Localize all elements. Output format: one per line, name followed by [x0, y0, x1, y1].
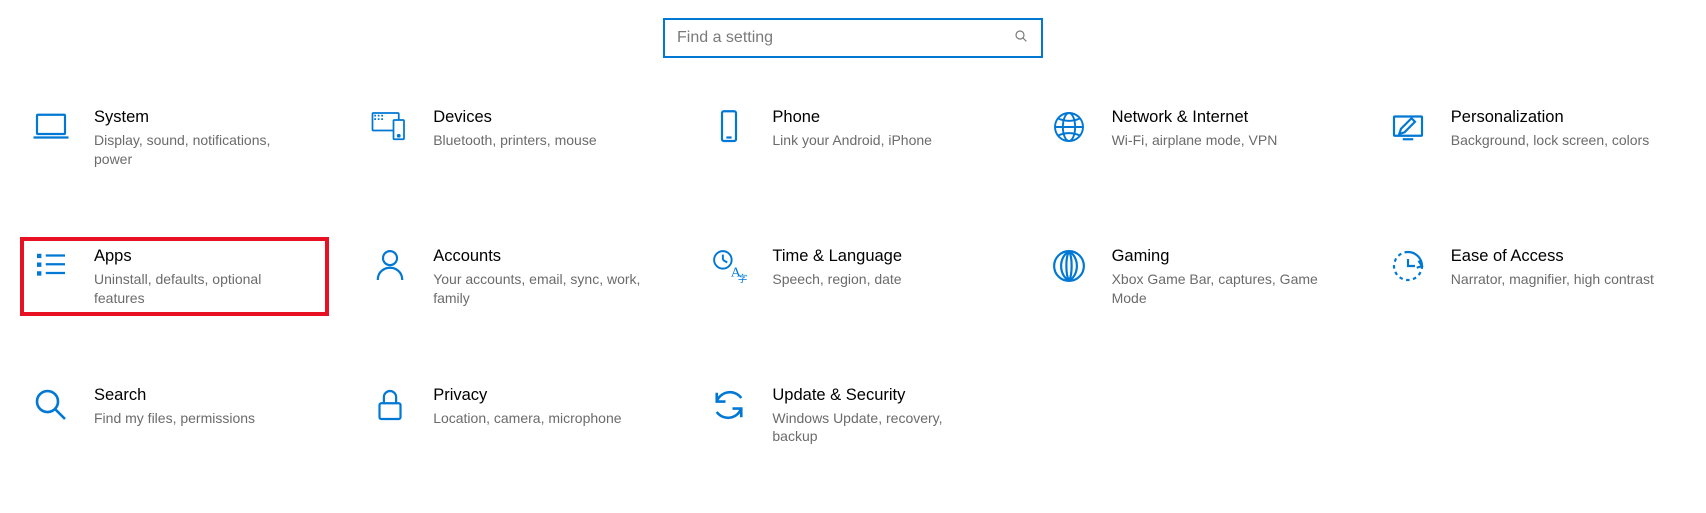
tile-text: Personalization Background, lock screen, …	[1451, 106, 1649, 150]
settings-tile-time-language[interactable]: A字 Time & Language Speech, region, date	[698, 237, 1007, 316]
tile-text: Phone Link your Android, iPhone	[772, 106, 932, 150]
tile-description: Your accounts, email, sync, work, family	[433, 270, 643, 308]
tile-text: Search Find my files, permissions	[94, 384, 255, 428]
tile-description: Xbox Game Bar, captures, Game Mode	[1112, 270, 1322, 308]
privacy-icon	[369, 384, 411, 426]
devices-icon	[369, 106, 411, 148]
tile-description: Narrator, magnifier, high contrast	[1451, 270, 1654, 289]
search-box[interactable]	[663, 18, 1043, 58]
tile-title: Devices	[433, 108, 596, 127]
tile-description: Wi-Fi, airplane mode, VPN	[1112, 131, 1278, 150]
settings-tile-gaming[interactable]: Gaming Xbox Game Bar, captures, Game Mode	[1038, 237, 1347, 316]
search-icon	[30, 384, 72, 426]
tile-description: Background, lock screen, colors	[1451, 131, 1649, 150]
tile-title: Ease of Access	[1451, 247, 1654, 266]
tile-description: Link your Android, iPhone	[772, 131, 932, 150]
tile-description: Find my files, permissions	[94, 409, 255, 428]
tile-title: Network & Internet	[1112, 108, 1278, 127]
tile-text: Update & Security Windows Update, recover…	[772, 384, 982, 447]
tile-text: Apps Uninstall, defaults, optional featur…	[94, 245, 304, 308]
person-icon	[369, 245, 411, 287]
settings-tile-personalization[interactable]: Personalization Background, lock screen, …	[1377, 98, 1686, 177]
tile-text: Devices Bluetooth, printers, mouse	[433, 106, 596, 150]
update-icon	[708, 384, 750, 426]
settings-tile-phone[interactable]: Phone Link your Android, iPhone	[698, 98, 1007, 177]
settings-tile-devices[interactable]: Devices Bluetooth, printers, mouse	[359, 98, 668, 177]
ease-icon	[1387, 245, 1429, 287]
tile-text: Gaming Xbox Game Bar, captures, Game Mode	[1112, 245, 1322, 308]
gaming-icon	[1048, 245, 1090, 287]
search-input[interactable]	[677, 29, 1013, 47]
tile-text: Privacy Location, camera, microphone	[433, 384, 621, 428]
search-container	[0, 0, 1706, 98]
tile-title: System	[94, 108, 304, 127]
tile-description: Display, sound, notifications, power	[94, 131, 304, 169]
tile-title: Search	[94, 386, 255, 405]
tile-text: Network & Internet Wi-Fi, airplane mode, …	[1112, 106, 1278, 150]
tile-text: System Display, sound, notifications, pow…	[94, 106, 304, 169]
search-icon	[1013, 28, 1029, 49]
tile-description: Bluetooth, printers, mouse	[433, 131, 596, 150]
settings-tile-ease-of-access[interactable]: Ease of Access Narrator, magnifier, high …	[1377, 237, 1686, 316]
tile-title: Update & Security	[772, 386, 982, 405]
apps-icon	[30, 245, 72, 287]
settings-tile-network-internet[interactable]: Network & Internet Wi-Fi, airplane mode, …	[1038, 98, 1347, 177]
tile-text: Time & Language Speech, region, date	[772, 245, 902, 289]
tile-title: Gaming	[1112, 247, 1322, 266]
settings-tile-search[interactable]: Search Find my files, permissions	[20, 376, 329, 455]
settings-tile-apps[interactable]: Apps Uninstall, defaults, optional featur…	[20, 237, 329, 316]
tile-title: Personalization	[1451, 108, 1649, 127]
settings-grid: System Display, sound, notifications, pow…	[0, 98, 1706, 494]
tile-description: Speech, region, date	[772, 270, 902, 289]
settings-tile-accounts[interactable]: Accounts Your accounts, email, sync, work…	[359, 237, 668, 316]
personalize-icon	[1387, 106, 1429, 148]
svg-text:字: 字	[738, 273, 748, 285]
phone-icon	[708, 106, 750, 148]
tile-description: Windows Update, recovery, backup	[772, 409, 982, 447]
laptop-icon	[30, 106, 72, 148]
globe-icon	[1048, 106, 1090, 148]
tile-text: Accounts Your accounts, email, sync, work…	[433, 245, 643, 308]
settings-tile-update-security[interactable]: Update & Security Windows Update, recover…	[698, 376, 1007, 455]
tile-description: Uninstall, defaults, optional features	[94, 270, 304, 308]
time-lang-icon: A字	[708, 245, 750, 287]
tile-title: Phone	[772, 108, 932, 127]
tile-title: Apps	[94, 247, 304, 266]
tile-title: Privacy	[433, 386, 621, 405]
tile-description: Location, camera, microphone	[433, 409, 621, 428]
settings-tile-privacy[interactable]: Privacy Location, camera, microphone	[359, 376, 668, 455]
tile-title: Time & Language	[772, 247, 902, 266]
settings-tile-system[interactable]: System Display, sound, notifications, pow…	[20, 98, 329, 177]
tile-text: Ease of Access Narrator, magnifier, high …	[1451, 245, 1654, 289]
tile-title: Accounts	[433, 247, 643, 266]
